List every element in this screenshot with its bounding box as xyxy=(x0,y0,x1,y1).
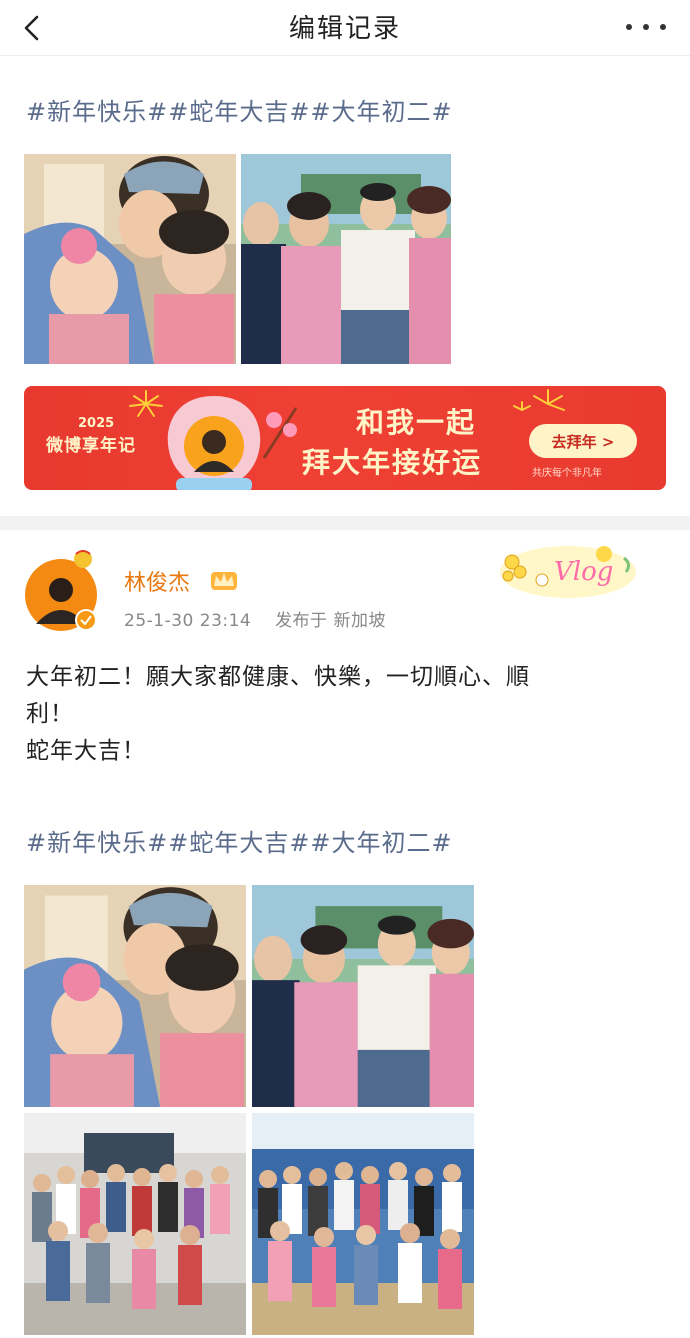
post-text-line-3: 蛇年大吉！ xyxy=(26,738,146,764)
new-year-promo-banner[interactable]: 2025 微博享年记 和我一起 拜大年接好运 去拜年 > 共庆每个非凡年 xyxy=(24,386,666,490)
banner-year: 2025 xyxy=(78,416,115,431)
username[interactable]: 林俊杰 xyxy=(124,565,190,597)
post-photo-1[interactable] xyxy=(24,885,246,1107)
post-meta: 25-1-30 23:14 发布于 新加坡 xyxy=(124,606,386,631)
vlog-badge-text: Vlog xyxy=(554,557,613,587)
photo-family-group[interactable] xyxy=(241,154,451,364)
photo-father-daughters[interactable] xyxy=(24,154,236,364)
post-location: 发布于 新加坡 xyxy=(275,611,386,631)
plum-blossom-icon xyxy=(262,407,298,459)
post-photo-3[interactable] xyxy=(24,1113,246,1335)
post-text: 大年初二！願大家都健康、快樂，一切順心、順 利！ 蛇年大吉！ xyxy=(26,659,646,770)
post-text-line-1: 大年初二！願大家都健康、快樂，一切順心、順 xyxy=(26,664,530,690)
firework-icon xyxy=(129,390,163,417)
hashtag-line-post[interactable]: #新年快乐##蛇年大吉##大年初二# xyxy=(26,823,453,858)
post-timestamp: 25-1-30 23:14 xyxy=(124,611,252,631)
banner-headline-2: 拜大年接好运 xyxy=(302,446,483,479)
vlog-badge-icon: Vlog xyxy=(500,546,636,598)
top-navigation-bar: 编辑记录 xyxy=(0,0,690,56)
post-text-line-2: 利！ xyxy=(26,701,74,727)
firework-right-icon xyxy=(513,389,565,411)
post-photo-4[interactable] xyxy=(252,1113,474,1335)
avatar[interactable] xyxy=(24,550,98,632)
avatar-bubble-icon xyxy=(167,396,261,490)
section-divider xyxy=(0,516,690,530)
go-greet-button[interactable]: 去拜年 > xyxy=(529,424,637,458)
snake-year-badge-icon xyxy=(74,550,92,568)
more-dots-icon xyxy=(626,24,632,30)
banner-subtext: 共庆每个非凡年 xyxy=(532,468,602,479)
post-photo-2[interactable] xyxy=(252,885,474,1107)
vip-crown-icon xyxy=(211,572,237,590)
banner-headline-1: 和我一起 xyxy=(356,406,477,439)
page-title: 编辑记录 xyxy=(288,14,401,44)
banner-brand: 微博享年记 xyxy=(46,436,136,456)
more-options-button[interactable] xyxy=(626,12,666,42)
hashtag-line-top[interactable]: #新年快乐##蛇年大吉##大年初二# xyxy=(26,92,453,127)
